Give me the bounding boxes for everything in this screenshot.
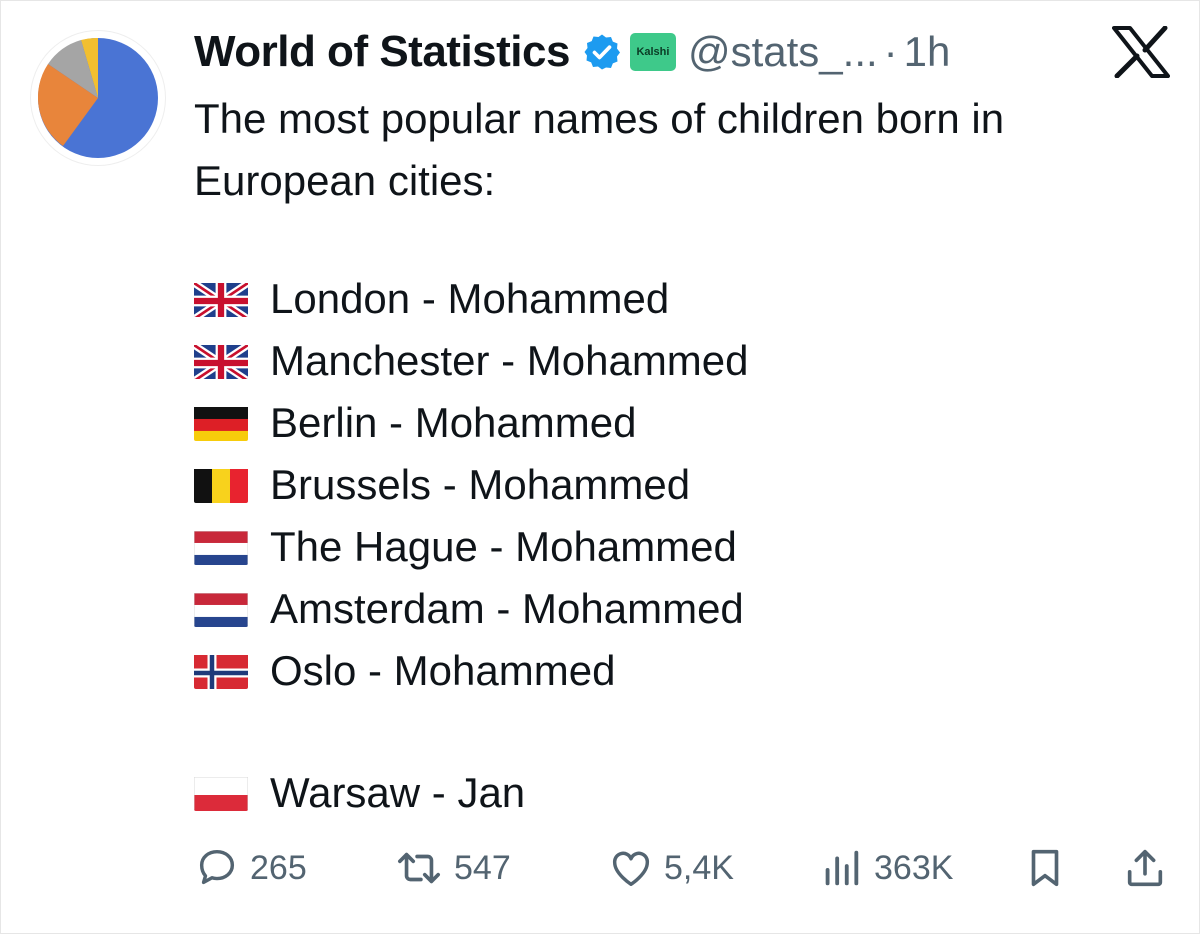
repost-icon — [398, 852, 440, 884]
avatar[interactable] — [30, 30, 166, 166]
list-item: London - Mohammed — [194, 268, 669, 330]
list-item-text: Berlin - Mohammed — [270, 399, 637, 446]
list-item-text: Amsterdam - Mohammed — [270, 585, 744, 632]
x-logo-icon[interactable] — [1112, 25, 1170, 79]
reply-icon — [199, 849, 235, 885]
germany-flag-icon — [194, 405, 248, 441]
list-item: Amsterdam - Mohammed — [194, 578, 744, 640]
reply-count: 265 — [250, 848, 307, 887]
list-item: Oslo - Mohammed — [194, 640, 615, 702]
list-item-text: Brussels - Mohammed — [270, 461, 691, 508]
bookmark-button[interactable] — [1022, 838, 1078, 898]
reply-button[interactable]: 265 — [194, 838, 307, 898]
uk-flag-icon — [194, 343, 248, 379]
list-item: Manchester - Mohammed — [194, 330, 749, 392]
list-item-text: Warsaw - Jan — [270, 769, 526, 816]
list-item-text: London - Mohammed — [270, 275, 670, 322]
like-count: 5,4K — [664, 848, 734, 887]
pie-chart-avatar — [38, 38, 158, 158]
list-item-text: The Hague - Mohammed — [270, 523, 737, 570]
list-item-text: Oslo - Mohammed — [270, 647, 616, 694]
repost-button[interactable]: 547 — [394, 838, 511, 898]
timestamp[interactable]: 1h — [904, 28, 951, 76]
poland-flag-icon — [194, 775, 248, 811]
tweet-text: The most popular names of children born … — [194, 95, 1005, 204]
like-button[interactable]: 5,4K — [608, 838, 734, 898]
list-item: Brussels - Mohammed — [194, 454, 690, 516]
share-icon — [1127, 849, 1163, 887]
share-button[interactable] — [1122, 838, 1178, 898]
separator-dot: · — [883, 28, 898, 75]
view-count: 363K — [874, 848, 954, 887]
author-handle[interactable]: @stats_... — [688, 28, 878, 76]
views-icon — [825, 850, 859, 886]
repost-count: 547 — [454, 848, 511, 887]
netherlands-flag-icon — [194, 591, 248, 627]
list-item-text: Manchester - Mohammed — [270, 337, 749, 384]
netherlands-flag-icon — [194, 529, 248, 565]
verified-badge-icon — [582, 32, 622, 72]
list-item: The Hague - Mohammed — [194, 516, 737, 578]
list-item: Warsaw - Jan — [194, 762, 525, 824]
author-name[interactable]: World of Statistics — [194, 27, 570, 77]
bookmark-icon — [1031, 849, 1059, 887]
list-item: Berlin - Mohammed — [194, 392, 636, 454]
tweet-header: World of Statistics Kalshi @stats_... · … — [194, 24, 950, 80]
affiliate-badge[interactable]: Kalshi — [629, 33, 676, 71]
norway-flag-icon — [194, 653, 248, 689]
views-button[interactable]: 363K — [818, 838, 953, 898]
heart-icon — [612, 851, 650, 887]
uk-flag-icon — [194, 281, 248, 317]
belgium-flag-icon — [194, 467, 248, 503]
action-bar: 265 547 5,4K 363K — [194, 838, 1174, 898]
